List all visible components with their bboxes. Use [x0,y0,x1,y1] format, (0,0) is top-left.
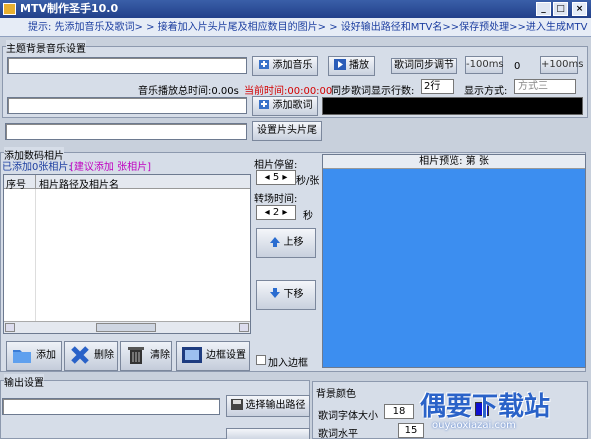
plus-100ms-button[interactable]: +100ms [540,56,583,74]
photo-stay-unit: 秒/张 [296,176,320,187]
output-secondary-button[interactable] [226,428,310,439]
delete-photo-label: 删除 [94,350,114,361]
photo-preview-panel: 相片预览: 第 张 [322,154,586,368]
current-time: 当前时间:00:00:00 [244,86,333,97]
add-lyrics-button[interactable]: 添加歌词 [252,96,318,116]
delete-x-icon [69,344,91,366]
scroll-thumb[interactable] [96,323,156,332]
minus-100ms-label: -100ms [466,59,504,70]
display-mode-select[interactable]: 方式三 [514,79,576,94]
photo-list-header: 序号 相片路径及相片名 [4,175,250,191]
spin-left-arrow-icon[interactable]: ◂ [265,172,273,183]
frame-settings-label: 边框设置 [206,350,246,361]
sync-offset-value: 0 [514,61,521,72]
add-music-label: 添加音乐 [272,60,313,71]
photo-stay-spinner[interactable]: ◂ 5 ▸ [256,170,296,185]
music-add-icon [258,59,270,70]
spin-right-arrow-icon[interactable]: ▸ [279,207,287,218]
add-photo-button[interactable]: 添加 [6,341,62,371]
add-photo-label: 添加 [36,350,56,361]
music-path-input[interactable] [7,57,247,74]
play-icon [334,59,346,70]
move-up-label: 上移 [283,237,304,248]
play-button[interactable]: 播放 [328,56,375,76]
window-title: MTV制作圣手10.0 [20,2,119,15]
clear-photos-button[interactable]: 清除 [120,341,172,371]
col-index[interactable]: 序号 [6,176,26,191]
close-button[interactable]: × [572,2,587,16]
play-label: 播放 [349,60,369,71]
bg-color-label: 背景颜色 [316,385,356,400]
music-group-label: 主题背景音乐设置 [6,40,86,55]
clear-photos-label: 清除 [150,350,170,361]
transition-unit: 秒 [303,211,313,222]
set-header-tail-button[interactable]: 设置片头片尾 [252,121,322,141]
add-lyrics-label: 添加歌词 [272,100,313,111]
lyrics-sync-button[interactable]: 歌词同步调节 [391,58,457,74]
set-header-tail-label: 设置片头片尾 [257,125,317,136]
lyric-h-value: 15 [404,425,418,436]
lyrics-display-panel [322,97,583,115]
spin-left-arrow-icon[interactable]: ◂ [265,207,273,218]
lyric-lines-label: 同步歌词显示行数: [331,86,415,97]
add-frame-label: 加入边框 [268,358,308,369]
output-group-label: 输出设置 [4,374,44,389]
select-output-path-label: 选择输出路径 [245,400,306,411]
trash-icon [125,344,147,366]
photo-preview-header: 相片预览: 第 张 [323,155,585,169]
photo-count-text: 已添加0张相片: [2,162,72,173]
hint-text: 提示: 先添加音乐及歌词> > 接着加入片头片尾及相应数目的图片> > 设好输出… [28,22,588,33]
maximize-button[interactable]: □ [553,2,568,16]
watermark-logo: 偶要下载站 ouyaoxiazai.com [420,386,588,436]
transition-spinner[interactable]: ◂ 2 ▸ [256,205,296,220]
scroll-left-arrow[interactable] [5,323,15,332]
font-size-value: 18 [392,406,406,417]
col-path[interactable]: 相片路径及相片名 [39,176,119,191]
minus-100ms-button[interactable]: -100ms [465,56,504,74]
col-divider [35,175,36,189]
title-bar: MTV制作圣手10.0 _ □ × [0,0,591,18]
arrow-up-icon [269,231,281,247]
scroll-right-arrow[interactable] [239,323,249,332]
frame-settings-button[interactable]: 边框设置 [176,341,250,371]
photo-list[interactable]: 序号 相片路径及相片名 [3,174,251,334]
lyric-lines-value: 2行 [424,81,441,92]
music-total-time: 音乐播放总时间:0.00s [138,86,239,97]
lyric-lines-select[interactable]: 2行 [421,79,454,94]
watermark-text: 偶要下载站 [420,392,551,422]
folder-add-icon [11,344,33,366]
app-icon [3,3,16,15]
move-down-label: 下移 [283,289,304,300]
display-mode-value: 方式三 [518,81,548,92]
lyrics-add-icon [258,99,270,110]
font-size-label: 歌词字体大小 [318,411,378,422]
arrow-down-icon [269,283,281,298]
delete-photo-button[interactable]: 删除 [64,341,118,371]
hint-bar: 提示: 先添加音乐及歌词> > 接着加入片头片尾及相应数目的图片> > 设好输出… [0,18,591,37]
minimize-button[interactable]: _ [536,2,551,16]
watermark-url: ouyaoxiazai.com [432,420,516,431]
photo-stay-label: 相片停留: [254,160,298,171]
plus-100ms-label: +100ms [541,59,584,70]
spin-right-arrow-icon[interactable]: ▸ [279,172,287,183]
horizontal-scrollbar[interactable] [4,321,250,333]
photo-preview-label: 相片预览: 第 张 [419,156,489,167]
lyrics-path-input[interactable] [7,97,247,114]
display-mode-label: 显示方式: [464,86,508,97]
header-tail-input[interactable] [5,123,247,140]
list-column-line [35,189,36,321]
add-frame-checkbox[interactable] [256,355,266,365]
add-music-button[interactable]: 添加音乐 [252,56,318,76]
lyrics-sync-label: 歌词同步调节 [394,60,454,71]
lyric-h-label: 歌词水平 [318,429,358,439]
move-down-button[interactable]: 下移 [256,280,316,310]
select-output-path-button[interactable]: 选择输出路径 [226,395,310,417]
move-up-button[interactable]: 上移 [256,228,316,258]
font-size-spinner[interactable]: 18 [384,404,414,419]
photo-suggest-text: [建议添加 张相片] [70,162,151,173]
transition-label: 转场时间: [254,194,298,205]
output-path-input[interactable] [2,398,220,415]
frame-icon [181,344,203,366]
disk-icon [230,398,243,410]
